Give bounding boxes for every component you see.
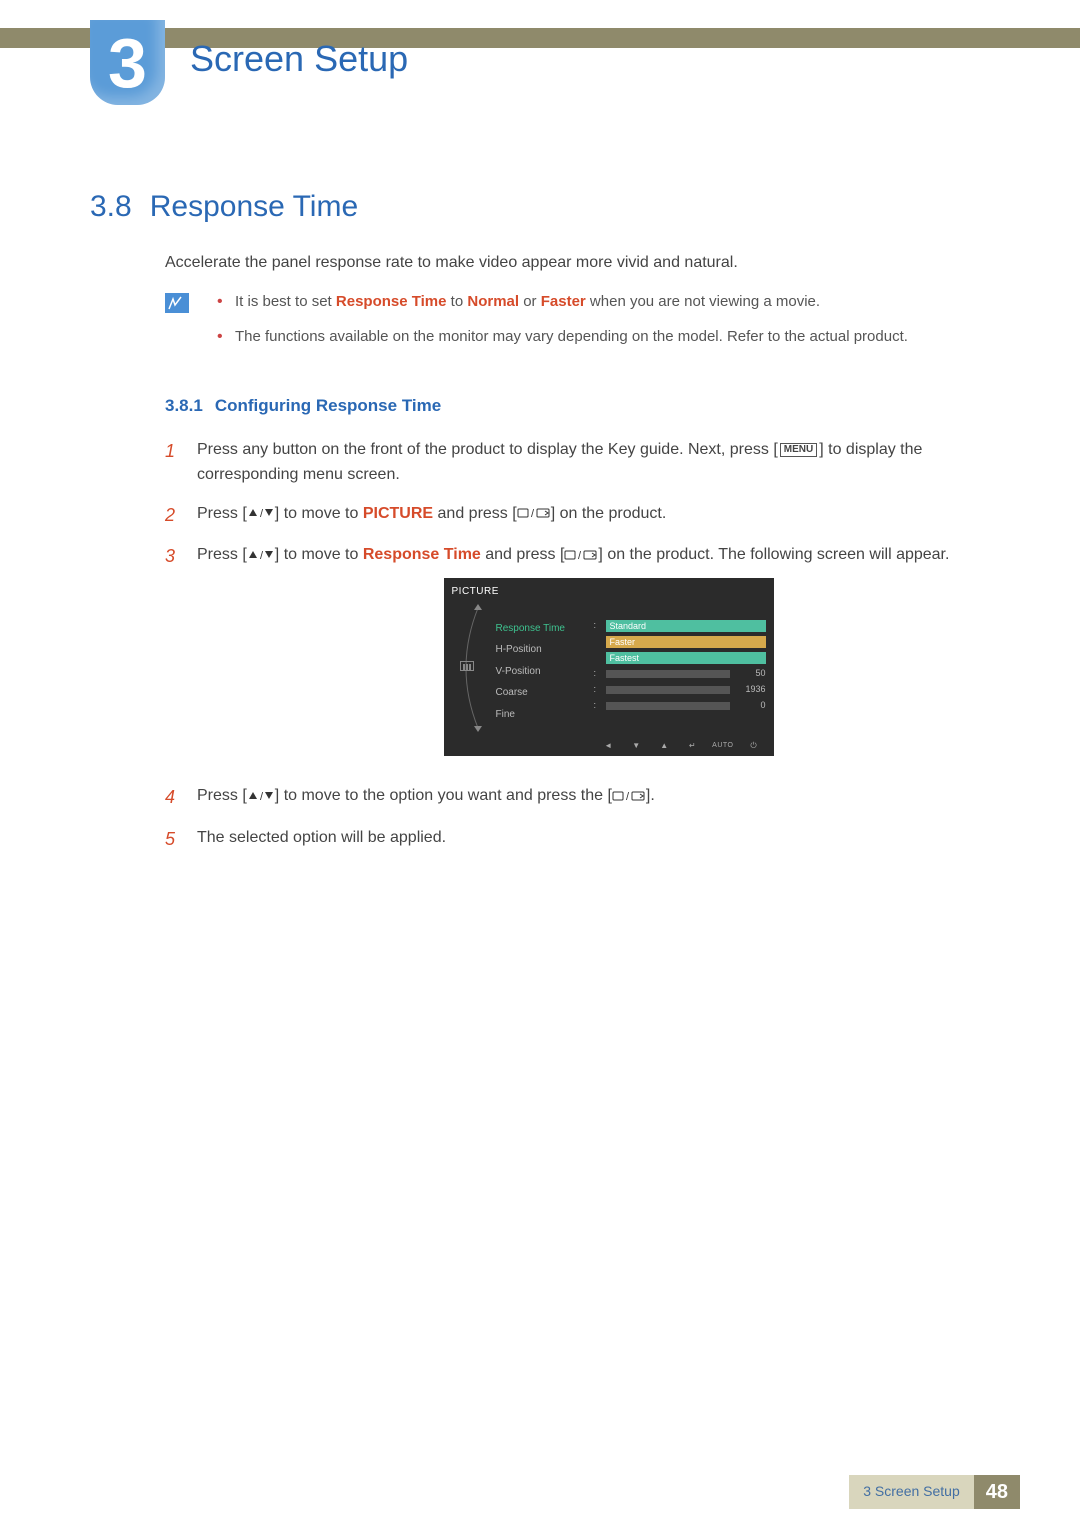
chapter-tab: 3 [90,20,165,105]
osd-title: PICTURE [452,584,766,600]
chapter-number: 3 [108,28,147,98]
step-number: 3 [165,543,179,770]
down-arrow-icon: ▼ [628,740,644,752]
footer-section-label: 3 Screen Setup [849,1475,974,1509]
osd-values: :Standard Faster Fastest :50 :1936 :0 [594,602,766,730]
osd-nav-bar: ◄ ▼ ▲ ↵ AUTO ⏻ [444,740,774,752]
osd-value: 1936 [736,683,766,697]
osd-tab-indicator [452,602,482,730]
section-number: 3.8 [90,190,132,224]
menu-button-icon: MENU [780,443,817,457]
step-number: 2 [165,502,179,530]
enter-source-icon: / [612,790,646,802]
auto-label: AUTO [712,741,733,752]
chapter-title: Screen Setup [190,38,408,80]
up-arrow-icon: ▲ [656,740,672,752]
highlight-normal: Normal [467,293,519,310]
up-down-icon: / [247,507,275,519]
step-item: 2 Press [/] to move to PICTURE and press… [165,502,1020,530]
intro-text: Accelerate the panel response rate to ma… [165,252,1020,274]
step-item: 4 Press [/] to move to the option you wa… [165,784,1020,812]
osd-menu-item: H-Position [488,639,588,661]
svg-text:/: / [531,508,535,519]
enter-icon: ↵ [684,740,700,752]
highlight-faster: Faster [541,293,586,310]
up-down-icon: / [247,549,275,561]
osd-menu-item: Coarse [488,682,588,704]
subsection-number: 3.8.1 [165,396,203,416]
osd-value: 50 [736,667,766,681]
osd-menu-list: Response Time H-Position V-Position Coar… [488,602,588,730]
note-block: It is best to set Response Time to Norma… [165,290,1020,361]
enter-source-icon: / [517,507,551,519]
highlight-response-time: Response Time [363,546,481,563]
svg-text:/: / [626,791,630,802]
osd-slider [606,702,730,710]
svg-text:/: / [260,791,264,802]
step-item: 5 The selected option will be applied. [165,826,1020,854]
footer-page-number: 48 [974,1475,1020,1509]
step-number: 4 [165,784,179,812]
note-icon [165,293,189,313]
power-icon: ⏻ [746,740,762,752]
osd-slider [606,686,730,694]
up-down-icon: / [247,790,275,802]
left-arrow-icon: ◄ [600,740,616,752]
osd-value: 0 [736,699,766,713]
osd-menu-item: Response Time [488,618,588,640]
enter-source-icon: / [564,549,598,561]
highlight-response-time: Response Time [336,293,447,310]
step-number: 5 [165,826,179,854]
step-number: 1 [165,438,179,488]
section-title: Response Time [150,190,358,224]
svg-text:/: / [260,550,264,561]
osd-screenshot: PICTURE [444,578,774,756]
step-item: 1 Press any button on the front of the p… [165,438,1020,488]
highlight-picture: PICTURE [363,505,433,522]
subsection-heading: 3.8.1 Configuring Response Time [165,396,441,416]
step-item: 3 Press [/] to move to Response Time and… [165,543,1020,770]
subsection-title: Configuring Response Time [215,396,441,416]
steps-list: 1 Press any button on the front of the p… [165,438,1020,868]
osd-category-icon [460,661,474,671]
note-item: The functions available on the monitor m… [213,325,908,348]
osd-option-selected: Faster [606,636,766,648]
svg-text:/: / [578,550,582,561]
svg-text:/: / [260,508,264,519]
osd-menu-item: Fine [488,704,588,726]
osd-slider [606,670,730,678]
note-item: It is best to set Response Time to Norma… [213,290,908,313]
section-heading: 3.8 Response Time [90,190,1020,224]
osd-option: Fastest [606,652,766,664]
page-footer: 3 Screen Setup 48 [849,1475,1020,1509]
osd-option: Standard [606,620,766,632]
osd-menu-item: V-Position [488,661,588,683]
